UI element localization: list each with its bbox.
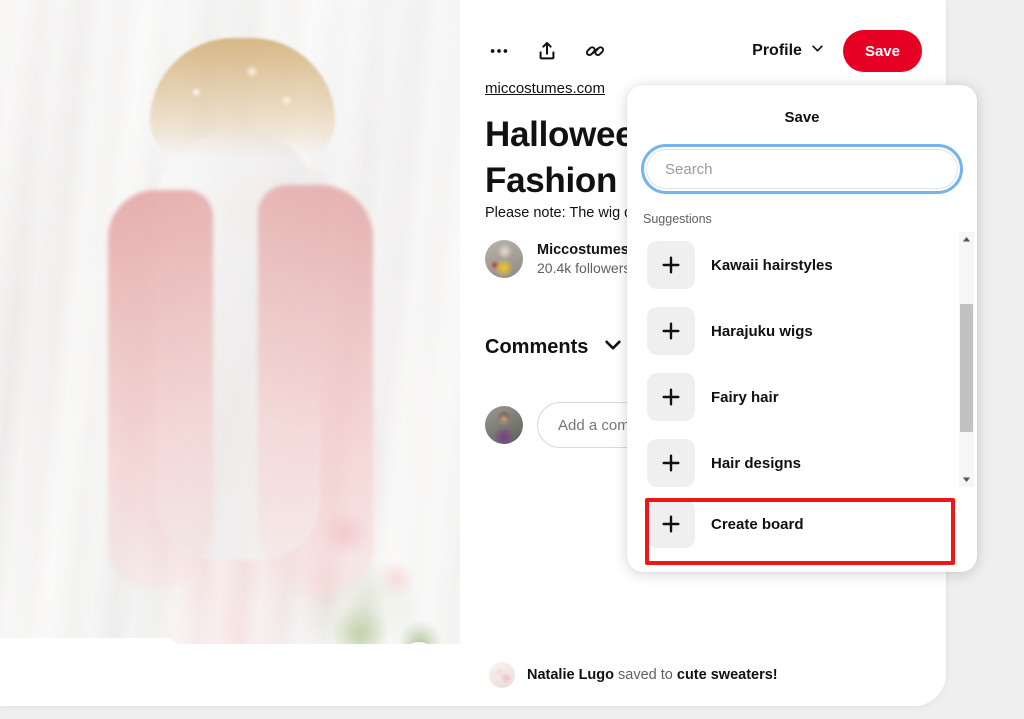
pin-action-right: Profile Save xyxy=(752,30,922,72)
pin-source-domain-link[interactable]: miccostumes.com xyxy=(485,80,605,97)
chevron-down-icon xyxy=(810,41,825,61)
create-board-label: Create board xyxy=(711,515,804,533)
caret-up-icon[interactable] xyxy=(959,232,974,247)
notification-board: cute sweaters! xyxy=(676,667,778,683)
current-user-avatar[interactable] xyxy=(485,406,523,444)
comments-heading: Comments xyxy=(485,336,589,358)
link-chain-icon[interactable] xyxy=(584,40,606,62)
pin-image[interactable]: miccostumes.com xyxy=(0,0,460,706)
pin-action-bar: Profile Save xyxy=(460,28,946,74)
board-list-item-label: Harajuku wigs xyxy=(711,322,813,340)
save-dropdown-title: Save xyxy=(784,109,820,126)
suggestions-label: Suggestions xyxy=(643,212,712,226)
create-board-button[interactable]: Create board xyxy=(627,491,977,557)
creator-name: Miccostumes xyxy=(537,242,629,258)
save-board-dropdown: Save Suggestions Kawaii hairstyles Haraj… xyxy=(627,85,977,572)
board-list-item[interactable]: Fairy hair xyxy=(637,364,977,430)
pin-creator[interactable]: Miccostumes 20.4k followers xyxy=(485,240,630,278)
board-list-item[interactable]: Harajuku wigs xyxy=(637,298,977,364)
profile-selector-label: Profile xyxy=(752,42,802,59)
pin-action-icons xyxy=(488,40,606,62)
board-list-item-label: Hair designs xyxy=(711,454,802,472)
creator-meta: Miccostumes 20.4k followers xyxy=(537,242,630,276)
ellipsis-icon[interactable] xyxy=(488,40,510,62)
board-list-scrollbar[interactable] xyxy=(959,232,974,487)
plus-icon xyxy=(647,439,695,487)
notification-action: saved to xyxy=(614,667,677,683)
plus-icon xyxy=(647,500,695,548)
save-notification-bar: Natalie Lugo saved to cute sweaters! xyxy=(0,644,946,706)
profile-selector[interactable]: Profile xyxy=(752,41,825,61)
board-search-input[interactable] xyxy=(646,149,958,189)
chevron-down-icon[interactable] xyxy=(602,334,624,361)
notification-text: Natalie Lugo saved to cute sweaters! xyxy=(527,667,778,683)
caret-down-icon[interactable] xyxy=(959,472,974,487)
notification-avatar xyxy=(489,662,515,688)
board-list-item-label: Fairy hair xyxy=(711,388,779,406)
scrollbar-thumb[interactable] xyxy=(960,304,973,432)
creator-followers: 20.4k followers xyxy=(537,260,631,276)
board-search-focus-ring xyxy=(641,144,963,194)
plus-icon xyxy=(647,241,695,289)
save-button[interactable]: Save xyxy=(842,30,922,72)
notification-user: Natalie Lugo xyxy=(527,667,615,683)
share-upload-icon[interactable] xyxy=(536,40,558,62)
plus-icon xyxy=(647,307,695,355)
board-list-item[interactable]: Kawaii hairstyles xyxy=(637,232,977,298)
board-list-item[interactable]: Hair designs xyxy=(637,430,977,487)
creator-avatar[interactable] xyxy=(485,240,523,278)
hair-strand-left xyxy=(108,190,213,590)
board-suggestions-list: Kawaii hairstyles Harajuku wigs Fairy ha… xyxy=(637,232,977,487)
plus-icon xyxy=(647,373,695,421)
board-list-item-label: Kawaii hairstyles xyxy=(711,256,833,274)
comments-header[interactable]: Comments xyxy=(485,334,624,361)
pinterest-pin-page: miccostumes.com xyxy=(0,0,1024,719)
